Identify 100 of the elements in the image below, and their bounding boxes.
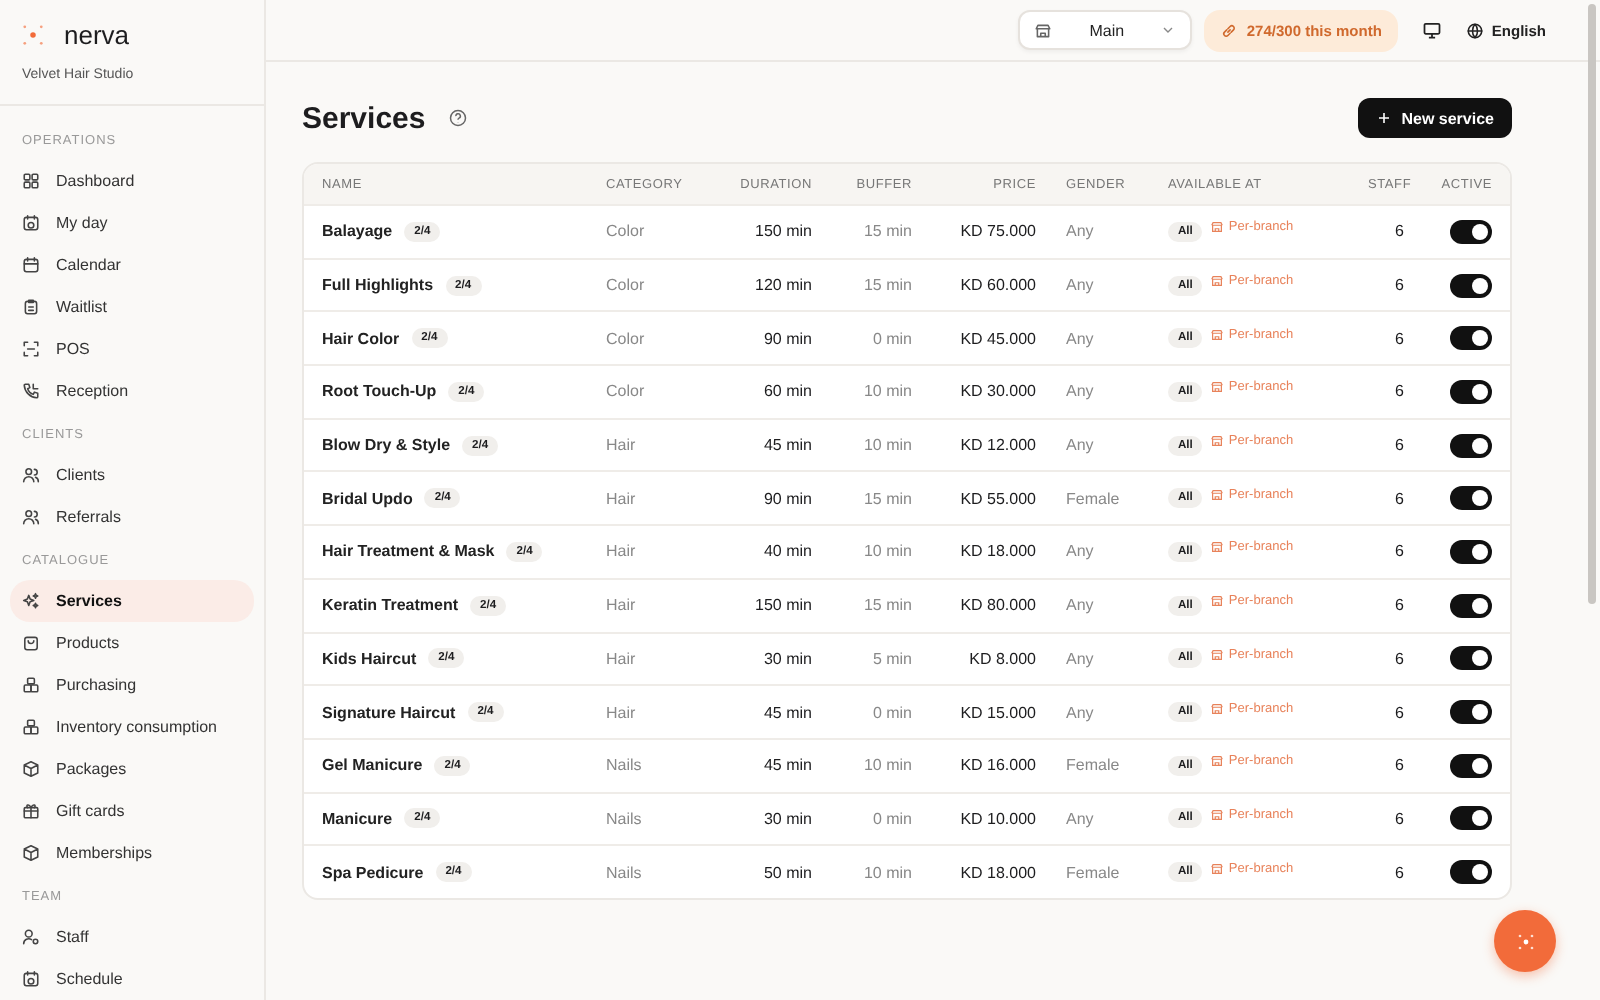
category-cell-text: Hair [606,436,638,455]
store-icon [1034,21,1053,39]
active-toggle[interactable] [1450,326,1492,351]
buffer-cell-text: 0 min [870,329,912,348]
chevron-down-icon [1160,22,1177,38]
sidebar-item[interactable]: Services [10,580,254,622]
store-icon [1210,487,1225,502]
store-icon [1210,807,1225,822]
price-cell-text: KD 60.000 [958,276,1036,295]
brand-name: nerva [64,20,130,50]
service-name: Keratin Treatment [322,596,459,615]
buffer-cell-text: 0 min [870,703,912,722]
gender-cell-text: Any [1064,542,1096,561]
price-cell-text: KD 30.000 [958,382,1036,401]
buffer-cell-text: 15 min [861,489,912,508]
staff-count: 6 [1393,756,1404,775]
staff-count: 6 [1393,863,1404,882]
store-icon [1210,754,1225,769]
active-toggle[interactable] [1450,860,1492,885]
duration-cell-text: 40 min [761,542,812,561]
duration-cell-text: 50 min [761,863,812,882]
store-icon [1210,701,1225,716]
sidebar-item[interactable]: Inventory consumption [10,706,254,748]
staff-count: 6 [1393,649,1404,668]
sidebar-item[interactable]: POS [10,328,254,370]
sidebar-item[interactable]: Clients [10,454,254,496]
sidebar-item[interactable]: Staff [10,916,254,958]
gender-cell-text: Any [1064,596,1096,615]
gender-cell-text: Any [1064,703,1096,722]
scrollbar[interactable] [1588,4,1596,604]
category-cell-text: Nails [606,863,644,882]
boxes-icon [22,718,40,736]
buffer-cell-text: 10 min [861,542,912,561]
sidebar-item[interactable]: Gift cards [10,790,254,832]
price-cell-text: KD 45.000 [958,329,1036,348]
gender-cell-text: Any [1064,649,1096,668]
sidebar-item[interactable]: Dashboard [10,160,254,202]
sidebar-item[interactable]: My day [10,202,254,244]
sidebar-item[interactable]: Waitlist [10,286,254,328]
store-icon [1210,594,1225,609]
staff-count: 6 [1393,542,1404,561]
service-name: Bridal Updo [322,489,413,508]
sidebar-item[interactable]: Packages [10,748,254,790]
sidebar-item[interactable]: Reception [10,370,254,412]
branch-select[interactable]: Main [1018,10,1193,50]
sparkle-icon [1513,929,1537,953]
scan-icon [22,340,40,358]
buffer-cell-text: 15 min [861,222,912,241]
staff-count: 6 [1393,382,1404,401]
gender-cell-text: Any [1064,329,1096,348]
buffer-cell-text: 10 min [861,863,912,882]
sidebar-item[interactable]: Referrals [10,496,254,538]
active-toggle[interactable] [1450,806,1492,831]
active-toggle[interactable] [1450,219,1492,244]
help-icon[interactable] [447,108,468,128]
new-service-button[interactable]: New service [1357,98,1512,138]
sidebar-item[interactable]: Products [10,622,254,664]
active-toggle[interactable] [1450,486,1492,511]
phone-icon [22,382,40,400]
service-name: Kids Haircut [322,649,417,668]
active-toggle[interactable] [1450,273,1492,298]
active-toggle[interactable] [1450,700,1492,725]
buffer-cell-text: 15 min [861,596,912,615]
logo-icon [22,24,44,46]
duration-cell-text: 150 min [753,222,812,241]
active-toggle[interactable] [1450,433,1492,458]
service-name: Full Highlights [322,276,434,295]
active-toggle[interactable] [1450,593,1492,618]
monitor-icon[interactable] [1421,20,1442,40]
sidebar-item[interactable]: Purchasing [10,664,254,706]
clipboard-icon [22,298,40,316]
duration-cell-text: 30 min [761,649,812,668]
people-icon [22,508,40,526]
active-toggle[interactable] [1450,753,1492,778]
price-cell-text: KD 75.000 [958,222,1036,241]
people-icon [22,466,40,484]
gender-cell-text: Any [1064,382,1096,401]
service-name: Spa Pedicure [322,863,424,882]
store-icon [1210,274,1225,289]
store-icon [1210,327,1225,342]
sidebar-item[interactable]: Calendar [10,244,254,286]
package-icon [22,844,40,862]
category-cell-text: Hair [606,649,638,668]
grid-icon [22,172,40,190]
category-cell-text: Hair [606,703,638,722]
boxes-icon [22,676,40,694]
assistant-button[interactable] [1494,910,1556,972]
duration-cell-text: 60 min [761,382,812,401]
calendar-clock-icon [22,970,40,988]
duration-cell-text: 30 min [761,809,812,828]
category-cell-text: Color [606,276,647,295]
duration-cell-text: 45 min [761,756,812,775]
active-toggle[interactable] [1450,539,1492,564]
service-name: Signature Haircut [322,703,456,722]
active-toggle[interactable] [1450,646,1492,671]
bag-icon [22,634,40,652]
active-toggle[interactable] [1450,379,1492,404]
sidebar-item[interactable]: Memberships [10,832,254,874]
sidebar-item[interactable]: Schedule [10,958,254,1000]
link-icon [1220,21,1239,39]
